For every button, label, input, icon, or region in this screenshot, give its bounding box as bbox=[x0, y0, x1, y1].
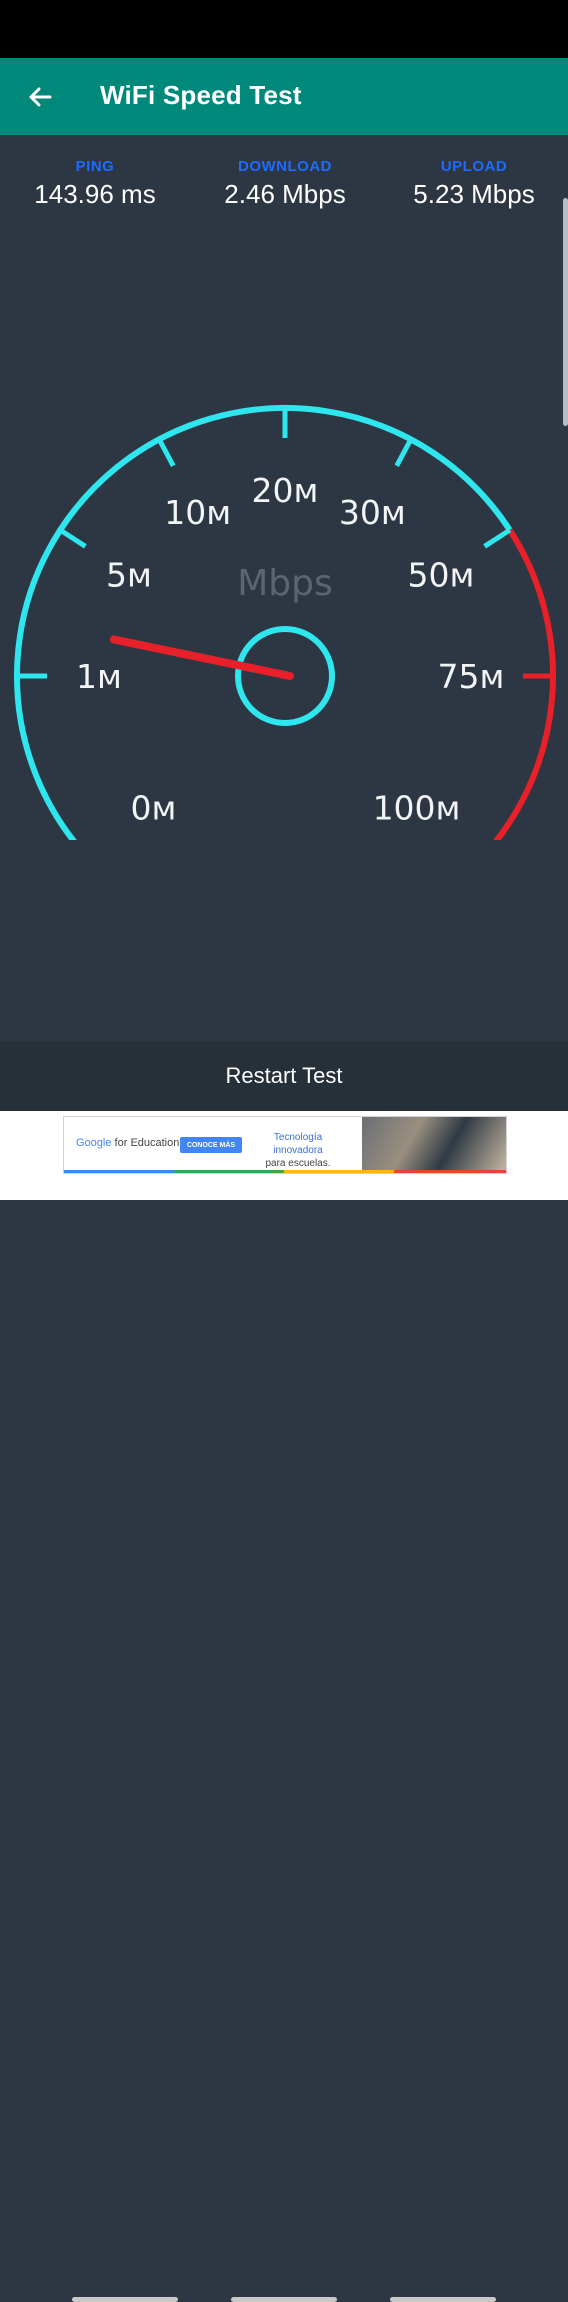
upload-metric: UPLOAD 5.23 Mbps bbox=[379, 158, 568, 210]
ad-photo bbox=[362, 1117, 506, 1173]
ad-brand-google: Google bbox=[76, 1137, 112, 1149]
gauge-tick-label-3: 10м bbox=[164, 493, 231, 532]
ad-stripe-blue bbox=[64, 1170, 174, 1173]
restart-test-button[interactable]: Restart Test bbox=[0, 1041, 568, 1111]
status-bar bbox=[0, 0, 568, 58]
upload-label: UPLOAD bbox=[440, 158, 508, 175]
download-label: DOWNLOAD bbox=[238, 158, 332, 175]
nav-hint-left bbox=[72, 2297, 178, 2302]
ad-stripe-red bbox=[394, 1170, 506, 1173]
ping-value: 143.96 ms bbox=[34, 179, 156, 209]
gauge-tick-label-6: 50м bbox=[408, 556, 475, 595]
ad-stripe-yellow bbox=[284, 1170, 394, 1173]
upload-value: 5.23 Mbps bbox=[413, 179, 535, 209]
back-arrow-icon[interactable] bbox=[20, 78, 60, 118]
nav-hint-center bbox=[231, 2297, 337, 2302]
speedometer-gauge: 0м 1м 5м 10м 20м 30м50м 75м 100м Mbps bbox=[14, 405, 556, 840]
gauge-tick-label-1: 1м bbox=[76, 657, 122, 696]
gauge-tick-3 bbox=[156, 438, 176, 468]
gauge-unit-label: Mbps bbox=[237, 563, 333, 604]
metrics-row: PING 143.96 ms DOWNLOAD 2.46 Mbps UPLOAD… bbox=[0, 158, 568, 218]
ad-brand: Google for Education bbox=[76, 1137, 179, 1149]
gauge-tick-label-7: 75м bbox=[438, 657, 505, 696]
ad-brand-suffix: for Education bbox=[114, 1137, 180, 1149]
gauge-tick-label-0: 0м bbox=[131, 789, 177, 828]
ad-line2: para escuelas. bbox=[265, 1158, 331, 1169]
ad-banner[interactable]: Google for Education CONOCE MÁS Tecnolog… bbox=[63, 1116, 507, 1174]
gauge-tick-2 bbox=[58, 527, 87, 549]
download-metric: DOWNLOAD 2.46 Mbps bbox=[190, 158, 380, 210]
app-bar: WiFi Speed Test bbox=[0, 58, 568, 135]
ad-banner-area: Google for Education CONOCE MÁS Tecnolog… bbox=[0, 1111, 568, 2302]
download-value: 2.46 Mbps bbox=[224, 179, 346, 209]
nav-hint-right bbox=[390, 2297, 496, 2302]
ping-label: PING bbox=[75, 158, 115, 175]
gauge-tick-5 bbox=[394, 438, 414, 468]
gauge-tick-label-8: 100м bbox=[373, 789, 461, 828]
ad-copy: Tecnología innovadora para escuelas. bbox=[248, 1131, 348, 1170]
gauge-tick-label-2: 5м bbox=[106, 556, 152, 595]
ad-stripe-green bbox=[174, 1170, 284, 1173]
gauge-tick-6 bbox=[483, 527, 512, 549]
gauge-tick-label-4: 20м bbox=[252, 471, 319, 510]
ad-line1: Tecnología innovadora bbox=[273, 1132, 323, 1156]
page-title: WiFi Speed Test bbox=[100, 80, 302, 110]
ping-metric: PING 143.96 ms bbox=[0, 158, 190, 210]
gauge-tick-label-5: 30м bbox=[339, 493, 406, 532]
gauge-needle bbox=[109, 635, 294, 680]
ad-cta-button[interactable]: CONOCE MÁS bbox=[180, 1137, 242, 1153]
